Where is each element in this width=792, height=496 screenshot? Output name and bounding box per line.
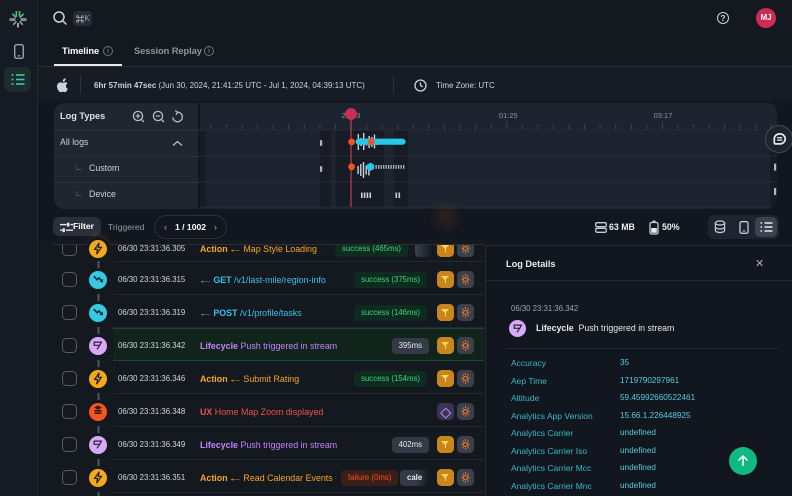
svg-text:03:17: 03:17	[654, 111, 673, 120]
svg-text:01:25: 01:25	[499, 111, 518, 120]
